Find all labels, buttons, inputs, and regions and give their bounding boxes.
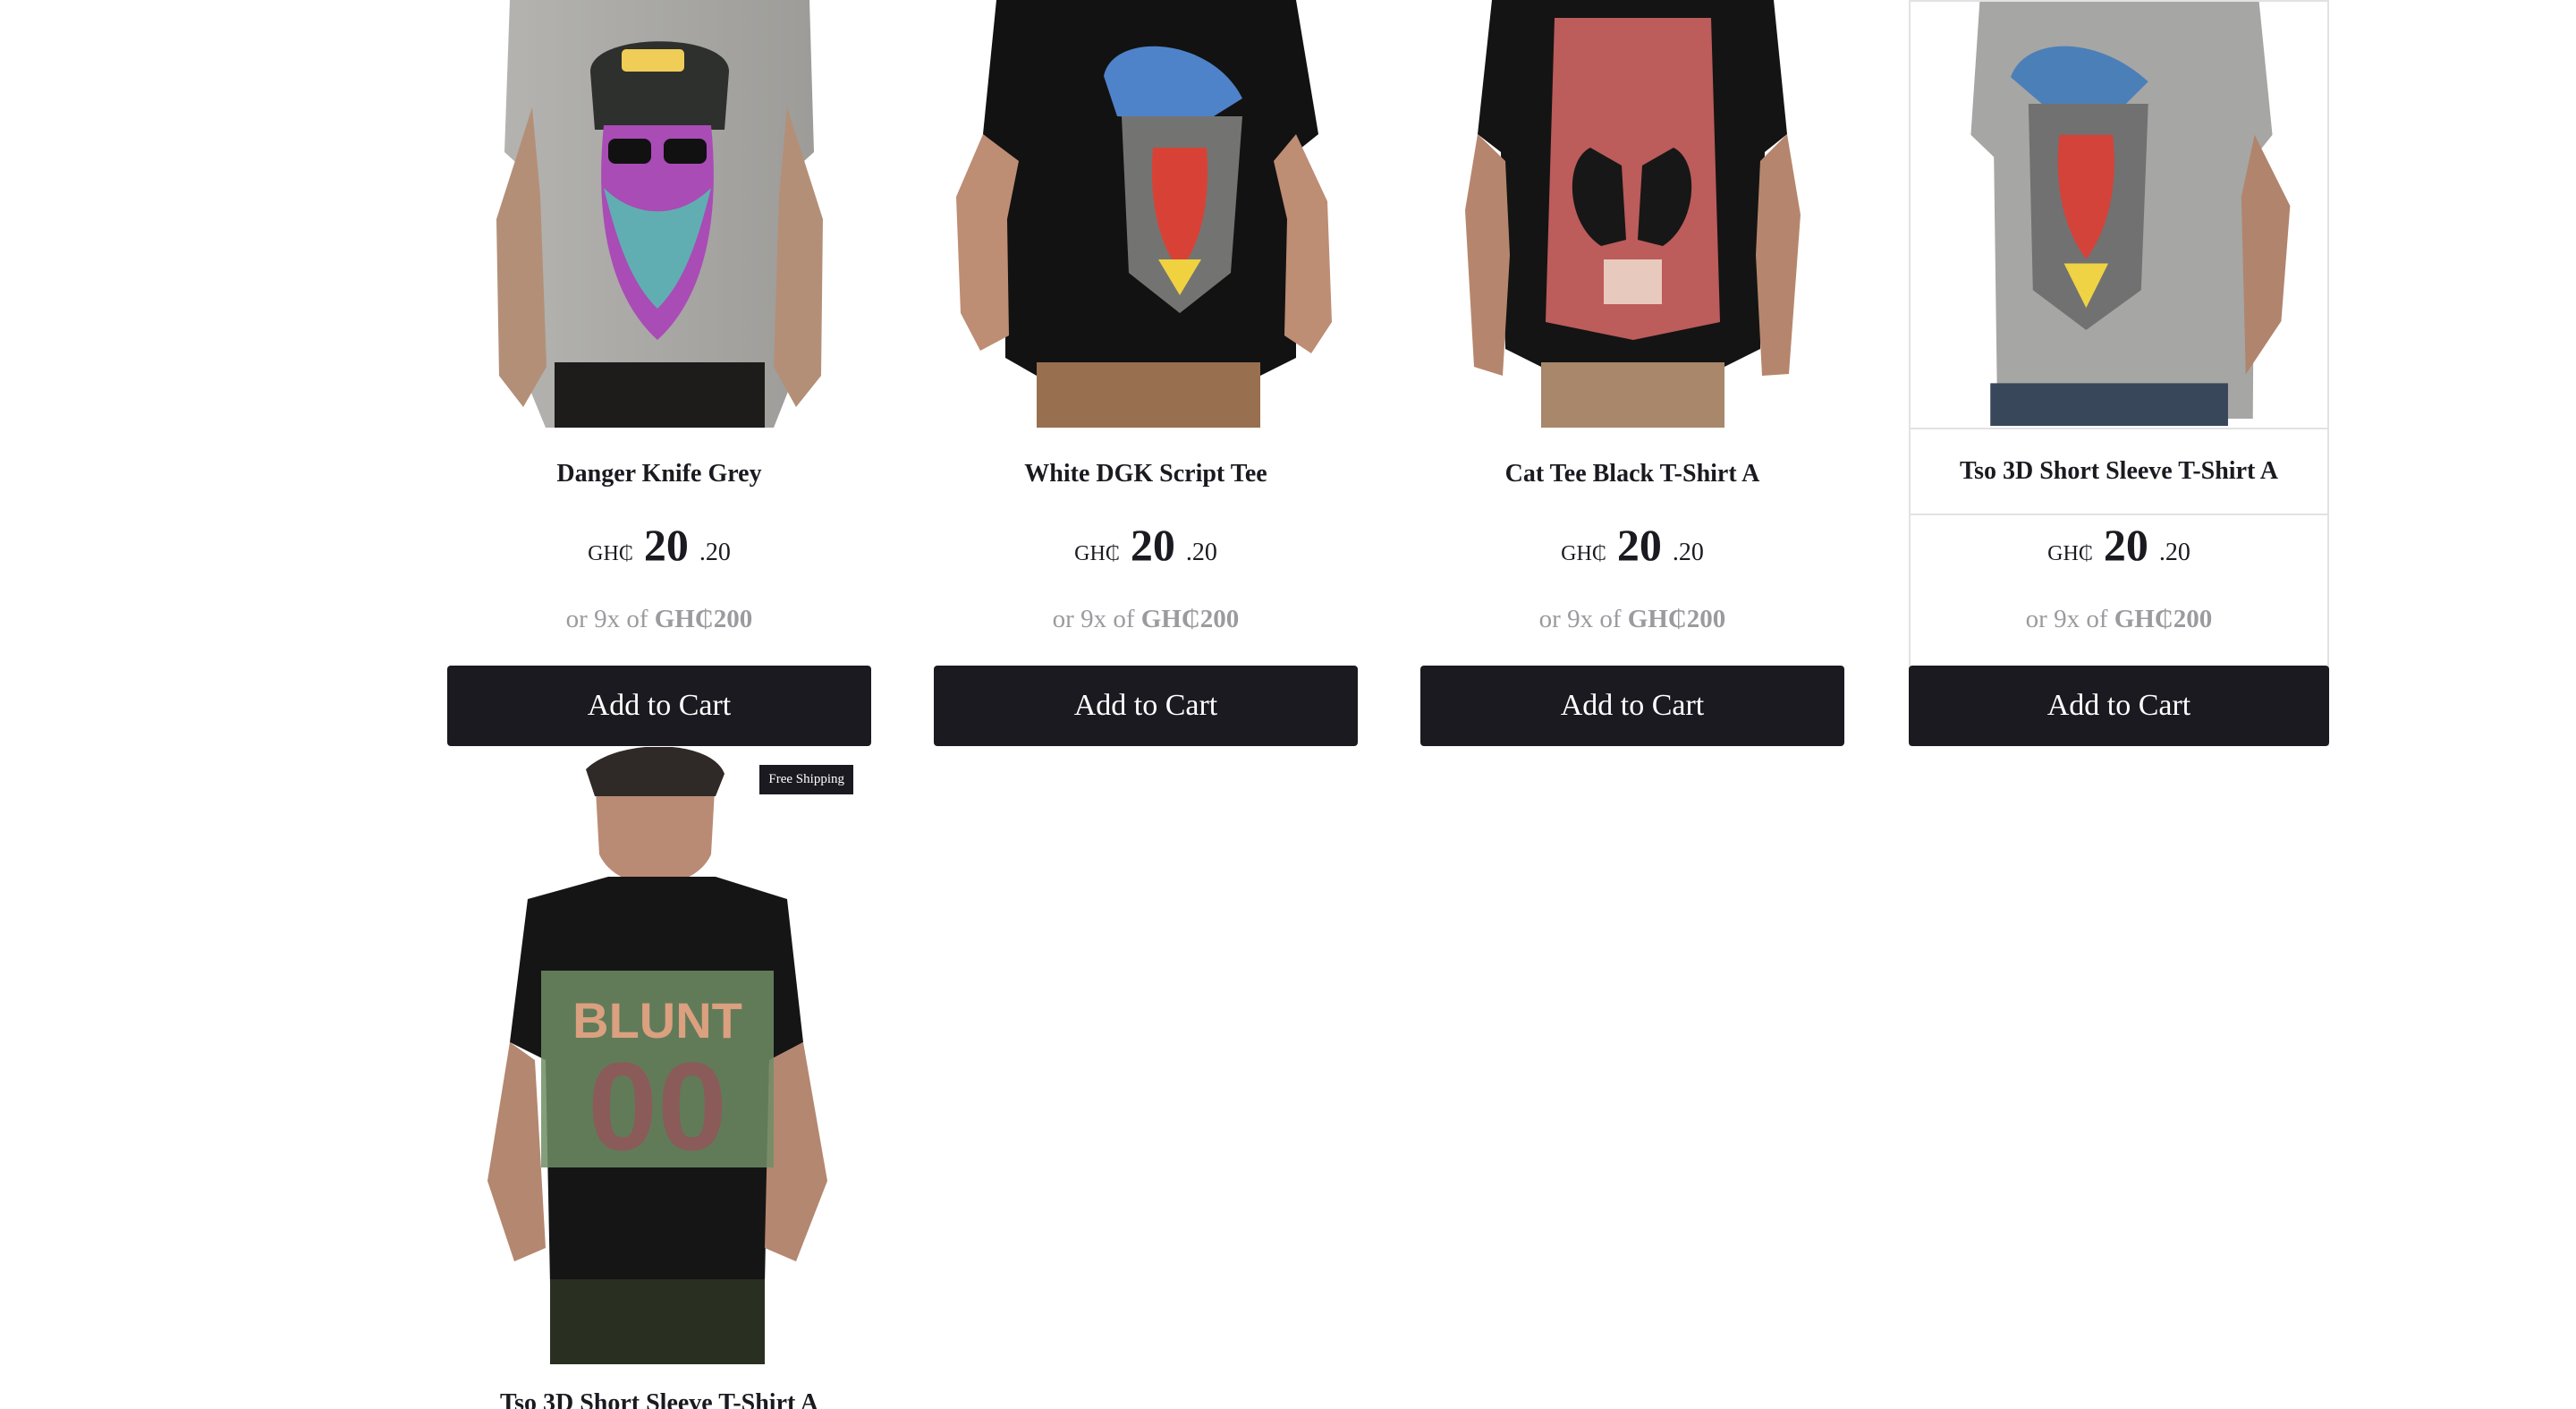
trousers [1037, 362, 1260, 428]
product-image[interactable] [934, 0, 1358, 428]
left-arm [1465, 134, 1510, 376]
product-price: GH₵ 20 .20 [447, 519, 871, 571]
jeans [1990, 383, 2228, 426]
trousers [550, 1279, 765, 1364]
skull-teeth [1604, 259, 1662, 304]
add-to-cart-button[interactable]: Add to Cart [934, 666, 1358, 746]
installment-prefix: or 9x of [2025, 605, 2108, 633]
installment-price: or 9x of GH₵200 [447, 605, 871, 634]
product-image[interactable] [447, 0, 871, 428]
product-card[interactable]: Danger Knife Grey GH₵ 20 .20 or 9x of GH… [447, 0, 871, 746]
installment-amount: GH₵200 [654, 605, 753, 633]
right-arm [1756, 134, 1801, 376]
price-integer: 20 [1616, 520, 1662, 570]
price-decimal: .20 [2158, 539, 2190, 566]
product-title[interactable]: Cat Tee Black T-Shirt A [1420, 462, 1844, 487]
product-price: GH₵ 20 .20 [1420, 519, 1844, 571]
price-decimal: .20 [699, 539, 731, 566]
trousers [1541, 362, 1724, 428]
right-arm [765, 1042, 827, 1261]
add-to-cart-button[interactable]: Add to Cart [1909, 666, 2329, 746]
product-title[interactable]: Tso 3D Short Sleeve T-Shirt A [1909, 428, 2329, 515]
trousers [555, 362, 765, 428]
currency-label: GH₵ [588, 542, 633, 565]
product-price: GH₵ 20 .20 [1909, 519, 2329, 571]
product-card[interactable]: BLUNT 00 Free Shipping Tso 3D Short Slee… [447, 747, 871, 1409]
shirt-graphic-number: 00 [588, 1036, 727, 1176]
currency-label: GH₵ [1074, 542, 1120, 565]
product-title[interactable]: Danger Knife Grey [447, 462, 871, 487]
installment-price: or 9x of GH₵200 [1909, 605, 2329, 634]
product-image[interactable] [1909, 0, 2329, 428]
right-sunglass [664, 139, 707, 164]
free-shipping-badge: Free Shipping [759, 765, 853, 794]
installment-amount: GH₵200 [1140, 605, 1240, 633]
currency-label: GH₵ [2047, 542, 2093, 565]
price-integer: 20 [1130, 520, 1175, 570]
product-card-selected[interactable]: Tso 3D Short Sleeve T-Shirt A GH₵ 20 .20… [1909, 0, 2329, 746]
currency-label: GH₵ [1561, 542, 1606, 565]
add-to-cart-button[interactable]: Add to Cart [1420, 666, 1844, 746]
installment-price: or 9x of GH₵200 [1420, 605, 1844, 634]
product-image[interactable] [1420, 0, 1844, 428]
product-card[interactable]: Cat Tee Black T-Shirt A GH₵ 20 .20 or 9x… [1420, 0, 1844, 746]
price-integer: 20 [2103, 520, 2148, 570]
installment-amount: GH₵200 [2114, 605, 2213, 633]
product-title[interactable]: Tso 3D Short Sleeve T-Shirt A [447, 1391, 871, 1409]
add-to-cart-button[interactable]: Add to Cart [447, 666, 871, 746]
price-decimal: .20 [1672, 539, 1704, 566]
right-arm [2241, 134, 2291, 375]
product-grid: Danger Knife Grey GH₵ 20 .20 or 9x of GH… [0, 0, 2576, 1409]
installment-price: or 9x of GH₵200 [934, 605, 1358, 634]
product-image[interactable]: BLUNT 00 [447, 747, 871, 1364]
installment-amount: GH₵200 [1627, 605, 1726, 633]
left-sunglass [608, 139, 651, 164]
left-arm [487, 1042, 546, 1261]
product-card[interactable]: White DGK Script Tee GH₵ 20 .20 or 9x of… [934, 0, 1358, 746]
product-price: GH₵ 20 .20 [934, 519, 1358, 571]
model-hair [586, 747, 724, 796]
product-title[interactable]: White DGK Script Tee [934, 462, 1358, 487]
price-integer: 20 [643, 520, 689, 570]
installment-prefix: or 9x of [1538, 605, 1622, 633]
installment-prefix: or 9x of [565, 605, 648, 633]
price-decimal: .20 [1185, 539, 1217, 566]
installment-prefix: or 9x of [1052, 605, 1135, 633]
cap-logo [622, 49, 684, 72]
